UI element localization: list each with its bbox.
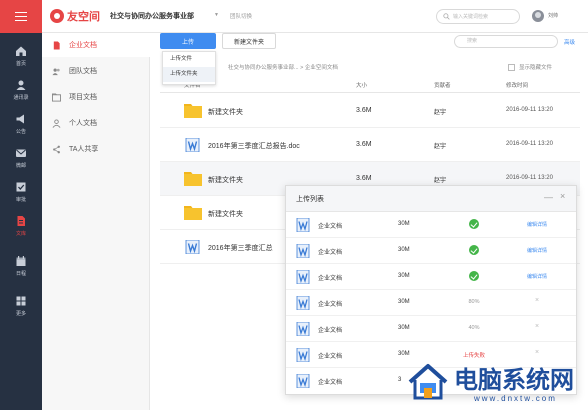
rail-item-announcement[interactable]: 公告	[0, 108, 42, 140]
word-doc-icon	[185, 138, 200, 152]
file-search-input[interactable]: 搜索	[454, 35, 558, 48]
folder-icon	[52, 92, 61, 102]
house-logo-icon	[408, 364, 448, 400]
category-enterprise-docs[interactable]: 企业文档	[42, 33, 150, 57]
category-shared-docs[interactable]: TA人共享	[42, 137, 150, 161]
column-header-time[interactable]: 修改时间	[506, 81, 528, 89]
dialog-title: 上传列表	[296, 196, 324, 203]
grid-icon	[16, 296, 26, 306]
show-hidden-toggle[interactable]: 显示隐藏文件	[508, 63, 552, 71]
category-team-docs[interactable]: 团队文档	[42, 59, 150, 83]
folder-icon	[184, 172, 202, 186]
success-icon	[462, 271, 486, 283]
search-icon	[443, 13, 450, 20]
upload-row: 企业文档 30M 编辑详情	[286, 264, 576, 290]
logo: 友空间	[50, 8, 100, 24]
watermark-url: www.dnxtw.com	[474, 394, 557, 403]
upload-progress: 80%	[468, 299, 480, 305]
chevron-down-icon[interactable]: ▼	[214, 12, 219, 18]
rail-item-mail[interactable]: 微邮	[0, 142, 42, 174]
edit-details-link[interactable]: 编辑详情	[522, 247, 552, 254]
new-folder-button[interactable]: 新建文件夹	[222, 33, 276, 49]
home-icon	[16, 46, 26, 56]
cancel-upload-icon[interactable]: ×	[522, 323, 552, 330]
rail-item-document[interactable]: 文库	[0, 210, 42, 242]
cancel-upload-icon[interactable]: ×	[522, 297, 552, 304]
rail-item-home[interactable]: 首页	[0, 40, 42, 72]
upload-progress: 40%	[468, 325, 480, 331]
word-doc-icon	[296, 270, 310, 284]
announcement-icon	[16, 114, 24, 124]
word-doc-icon	[296, 374, 310, 388]
rail-item-contacts[interactable]: 通讯录	[0, 74, 42, 106]
advanced-search-link[interactable]: 高级	[564, 38, 575, 46]
doc-category-panel: 企业文档 团队文档 项目文档 个人文档 TA人共享	[42, 33, 150, 410]
person-icon	[52, 118, 61, 128]
menu-item-upload-folder[interactable]: 上传文件夹	[163, 67, 215, 82]
team-icon	[52, 68, 60, 75]
success-icon	[462, 245, 486, 257]
header-search-input[interactable]: 输入关键词检索	[436, 9, 520, 24]
watermark-title: 电脑系统网	[454, 366, 574, 394]
column-header-owner[interactable]: 贡献者	[434, 81, 451, 89]
category-personal-docs[interactable]: 个人文档	[42, 111, 150, 135]
word-doc-icon	[296, 296, 310, 310]
team-switch-link[interactable]: 团队切换	[230, 12, 252, 20]
approval-icon	[16, 182, 26, 192]
breadcrumb[interactable]: 社交与协同办公服务事业部... > 企业空间文档	[228, 63, 338, 71]
upload-row: 企业文档 30M 编辑详情	[286, 212, 576, 238]
success-icon	[462, 219, 486, 231]
document-icon	[17, 216, 25, 226]
mail-icon	[16, 149, 26, 157]
category-project-docs[interactable]: 项目文档	[42, 85, 150, 109]
menu-toggle-button[interactable]	[0, 0, 42, 33]
upload-row: 企业文档 30M 80% ×	[286, 290, 576, 316]
table-row[interactable]: 2016年第三季度汇总报告.doc 3.6M 赵宇 2016-09-11 13:…	[160, 128, 580, 162]
org-name[interactable]: 社交与协同办公服务事业部	[110, 11, 194, 21]
rail-item-more[interactable]: 更多	[0, 290, 42, 322]
upload-row: 企业文档 30M 编辑详情	[286, 238, 576, 264]
menu-item-upload-file[interactable]: 上传文件	[163, 52, 215, 67]
rail-item-calendar[interactable]: 日程	[0, 250, 42, 282]
upload-row: 企业文档 30M 40% ×	[286, 316, 576, 342]
upload-dropdown-menu: 上传文件 上传文件夹	[162, 51, 216, 85]
app-window: 首页 通讯录 公告 微邮 审批 文库 日程 更多 友空间 社交与协同办公服务事业…	[0, 0, 588, 410]
word-doc-icon	[296, 244, 310, 258]
table-row[interactable]: 新建文件夹 3.6M 赵宇 2016-09-11 13:20	[160, 94, 580, 128]
table-header: 文件名 大小 贡献者 修改时间	[160, 77, 580, 93]
word-doc-icon	[296, 348, 310, 362]
checkbox[interactable]	[508, 63, 515, 71]
rail-item-approval[interactable]: 审批	[0, 176, 42, 208]
contacts-icon	[16, 80, 26, 90]
user-name[interactable]: 刘帅	[548, 12, 558, 19]
logo-icon	[50, 9, 64, 23]
folder-icon	[184, 104, 202, 118]
edit-details-link[interactable]: 编辑详情	[522, 273, 552, 280]
column-header-size[interactable]: 大小	[356, 81, 367, 89]
close-icon[interactable]: ×	[560, 191, 565, 201]
edit-details-link[interactable]: 编辑详情	[522, 221, 552, 228]
calendar-icon	[16, 256, 26, 266]
upload-button[interactable]: 上传	[160, 33, 216, 49]
hamburger-icon	[15, 15, 27, 18]
nav-rail: 首页 通讯录 公告 微邮 审批 文库 日程 更多	[0, 0, 42, 410]
folder-icon	[184, 206, 202, 220]
share-icon	[53, 145, 60, 153]
cancel-upload-icon[interactable]: ×	[522, 349, 552, 356]
document-icon	[53, 40, 60, 50]
minimize-icon[interactable]: —	[544, 192, 553, 202]
top-header: 友空间 社交与协同办公服务事业部 ▼ 团队切换 输入关键词检索 刘帅	[42, 0, 588, 33]
avatar[interactable]	[532, 10, 544, 22]
word-doc-icon	[185, 240, 200, 254]
dialog-header: 上传列表 — ×	[286, 186, 576, 212]
word-doc-icon	[296, 322, 310, 336]
word-doc-icon	[296, 218, 310, 232]
watermark: 电脑系统网 www.dnxtw.com	[408, 358, 586, 410]
